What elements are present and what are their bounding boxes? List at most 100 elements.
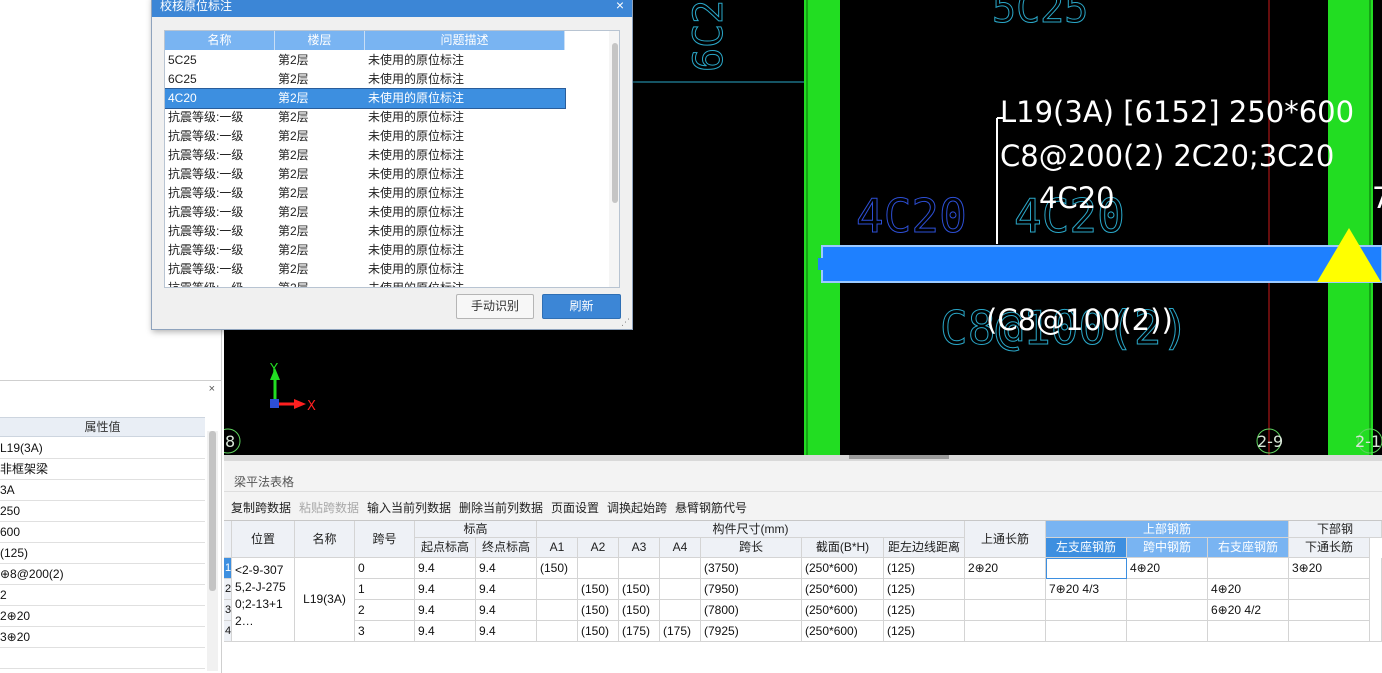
beam-label-line1[interactable]: L19(3A) [6152] 250*600 bbox=[1000, 95, 1354, 129]
col-header-desc[interactable]: 问题描述 bbox=[365, 31, 565, 50]
cad-text-left-4c20[interactable]: 4C20 bbox=[856, 189, 968, 244]
property-value[interactable]: 600 bbox=[0, 522, 205, 543]
header-name[interactable]: 名称 bbox=[295, 521, 355, 558]
manual-identify-button[interactable]: 手动识别 bbox=[456, 294, 534, 319]
list-item[interactable]: 抗震等级:一级 第2层 未使用的原位标注 bbox=[165, 108, 609, 127]
grid-cell-left[interactable] bbox=[1046, 558, 1127, 579]
grid-cell-span[interactable]: 0 bbox=[355, 558, 415, 579]
cad-text-vertical-b[interactable]: 6C25 bbox=[686, 0, 733, 73]
grid-cell-a3[interactable]: (150) bbox=[619, 579, 660, 600]
col-header-floor[interactable]: 楼层 bbox=[275, 31, 365, 50]
property-value[interactable]: (125) bbox=[0, 543, 205, 564]
grid-cell-top[interactable] bbox=[965, 600, 1046, 621]
header-left-support[interactable]: 左支座钢筋 bbox=[1046, 538, 1127, 558]
header-a1[interactable]: A1 bbox=[537, 538, 578, 558]
beam-L19[interactable] bbox=[821, 245, 1382, 283]
grid-cell-dist[interactable]: (125) bbox=[884, 579, 965, 600]
toolbar-button-1[interactable]: 粘贴跨数据 bbox=[299, 499, 359, 516]
property-value[interactable]: 250 bbox=[0, 501, 205, 522]
property-value[interactable]: 非框架梁 bbox=[0, 459, 205, 480]
property-value[interactable]: 2 bbox=[0, 585, 205, 606]
header-edge-dist[interactable]: 距左边线距离 bbox=[884, 538, 965, 558]
grid-cell-dist[interactable]: (125) bbox=[884, 558, 965, 579]
header-span-len[interactable]: 跨长 bbox=[701, 538, 802, 558]
grid-cell-es[interactable]: 9.4 bbox=[415, 621, 476, 642]
grid-cell-sec[interactable]: (250*600) bbox=[802, 558, 884, 579]
grid-cell-right[interactable]: 4⊕20 bbox=[1208, 579, 1289, 600]
grid-cell-a3[interactable]: (175) bbox=[619, 621, 660, 642]
header-top-rebar[interactable]: 上部钢筋 bbox=[1046, 521, 1289, 538]
beam-table-grid[interactable]: 位置 名称 跨号 标高 构件尺寸(mm) 上通长筋 上部钢筋 下部钢 起点标高 终点标高 A1 A2 A… bbox=[224, 520, 1382, 673]
grid-cell-len[interactable]: (7950) bbox=[701, 579, 802, 600]
grid-cell-span[interactable]: 2 bbox=[355, 600, 415, 621]
grid-cell-ee[interactable]: 9.4 bbox=[476, 621, 537, 642]
grid-cell-es[interactable]: 9.4 bbox=[415, 600, 476, 621]
property-value[interactable] bbox=[0, 648, 205, 669]
toolbar-button-6[interactable]: 悬臂钢筋代号 bbox=[675, 499, 747, 516]
grid-cell-a3[interactable]: (150) bbox=[619, 600, 660, 621]
row-number[interactable]: 2 bbox=[224, 579, 232, 600]
grid-cell-bot[interactable]: 3⊕20 bbox=[1289, 558, 1370, 579]
grid-cell-a4[interactable] bbox=[660, 579, 701, 600]
property-value[interactable]: ⊕8@200(2) bbox=[0, 564, 205, 585]
grid-cell-es[interactable]: 9.4 bbox=[415, 579, 476, 600]
grid-cell-es[interactable]: 9.4 bbox=[415, 558, 476, 579]
header-elev-end[interactable]: 终点标高 bbox=[476, 538, 537, 558]
grid-cell-ee[interactable]: 9.4 bbox=[476, 600, 537, 621]
grid-cell-span[interactable]: 1 bbox=[355, 579, 415, 600]
grid-cell-right[interactable] bbox=[1208, 558, 1289, 579]
grid-cell-a3[interactable] bbox=[619, 558, 660, 579]
properties-scroll-thumb[interactable] bbox=[209, 431, 216, 591]
grid-cell-left[interactable]: 7⊕20 4/3 bbox=[1046, 579, 1127, 600]
grid-cell-mid[interactable] bbox=[1127, 621, 1208, 642]
name-cell[interactable]: L19(3A) bbox=[295, 558, 355, 642]
header-size[interactable]: 构件尺寸(mm) bbox=[537, 521, 965, 538]
row-number[interactable]: 1 bbox=[224, 558, 232, 579]
grid-cell-right[interactable] bbox=[1208, 621, 1289, 642]
issue-list-scroll-thumb[interactable] bbox=[612, 43, 618, 203]
list-item[interactable]: 抗震等级:一级 第2层 未使用的原位标注 bbox=[165, 222, 609, 241]
toolbar-button-5[interactable]: 调换起始跨 bbox=[607, 499, 667, 516]
grid-cell-left[interactable] bbox=[1046, 621, 1127, 642]
grid-cell-left[interactable] bbox=[1046, 600, 1127, 621]
grid-cell-sec[interactable]: (250*600) bbox=[802, 621, 884, 642]
grid-cell-a4[interactable]: (175) bbox=[660, 621, 701, 642]
header-elev-start[interactable]: 起点标高 bbox=[415, 538, 476, 558]
column-left[interactable] bbox=[804, 0, 840, 455]
beam-label-line2[interactable]: C8@200(2) 2C20;3C20 bbox=[1000, 139, 1334, 173]
cad-text-top[interactable]: 5C25 bbox=[992, 0, 1089, 33]
grid-cell-a2[interactable]: (150) bbox=[578, 579, 619, 600]
header-mid-span[interactable]: 跨中钢筋 bbox=[1127, 538, 1208, 558]
toolbar-button-0[interactable]: 复制跨数据 bbox=[231, 499, 291, 516]
grid-cell-a4[interactable] bbox=[660, 600, 701, 621]
list-item[interactable]: 抗震等级:一级 第2层 未使用的原位标注 bbox=[165, 279, 609, 287]
list-item[interactable]: 抗震等级:一级 第2层 未使用的原位标注 bbox=[165, 165, 609, 184]
header-top-through[interactable]: 上通长筋 bbox=[965, 521, 1046, 558]
list-item[interactable]: 抗震等级:一级 第2层 未使用的原位标注 bbox=[165, 127, 609, 146]
property-value[interactable]: 3⊕20 bbox=[0, 627, 205, 648]
list-item[interactable]: 抗震等级:一级 第2层 未使用的原位标注 bbox=[165, 146, 609, 165]
grid-cell-a4[interactable] bbox=[660, 558, 701, 579]
splitter-handle[interactable] bbox=[849, 455, 949, 459]
property-value[interactable]: L19(3A) bbox=[0, 438, 205, 459]
grid-cell-top[interactable] bbox=[965, 621, 1046, 642]
position-cell[interactable]: <2-9-307 5,2-J-2750;2-13+12… bbox=[232, 558, 295, 642]
grid-cell-bot[interactable] bbox=[1289, 621, 1370, 642]
grid-cell-dist[interactable]: (125) bbox=[884, 621, 965, 642]
grid-cell-bot[interactable] bbox=[1289, 600, 1370, 621]
header-a3[interactable]: A3 bbox=[619, 538, 660, 558]
toolbar-button-3[interactable]: 删除当前列数据 bbox=[459, 499, 543, 516]
list-item[interactable]: 抗震等级:一级 第2层 未使用的原位标注 bbox=[165, 184, 609, 203]
list-item[interactable]: 4C20 第2层 未使用的原位标注 bbox=[165, 88, 566, 109]
grid-cell-right[interactable]: 6⊕20 4/2 bbox=[1208, 600, 1289, 621]
header-span[interactable]: 跨号 bbox=[355, 521, 415, 558]
grid-cell-len[interactable]: (3750) bbox=[701, 558, 802, 579]
grid-cell-sec[interactable]: (250*600) bbox=[802, 600, 884, 621]
grid-cell-a2[interactable] bbox=[578, 558, 619, 579]
list-item[interactable]: 5C25 第2层 未使用的原位标注 bbox=[165, 51, 609, 70]
header-elevation[interactable]: 标高 bbox=[415, 521, 537, 538]
grid-cell-dist[interactable]: (125) bbox=[884, 600, 965, 621]
grid-cell-ee[interactable]: 9.4 bbox=[476, 558, 537, 579]
properties-scrollbar[interactable] bbox=[207, 431, 218, 671]
row-number[interactable]: 3 bbox=[224, 600, 232, 621]
